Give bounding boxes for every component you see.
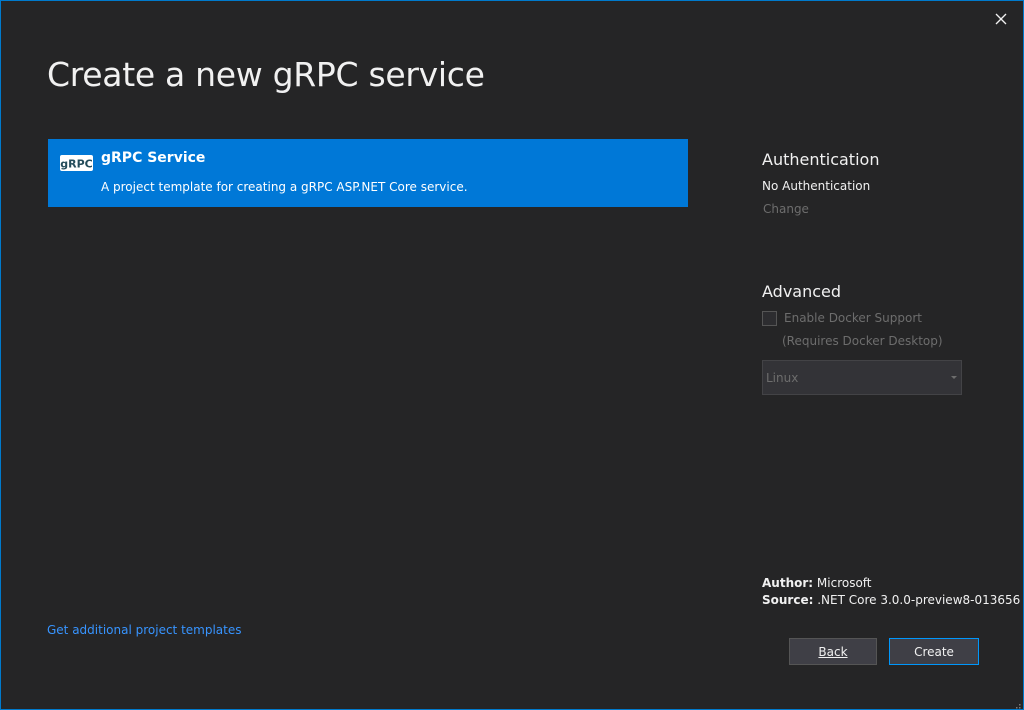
get-additional-templates-link[interactable]: Get additional project templates [47,623,242,637]
chevron-down-icon [951,376,957,379]
template-item-grpc-service[interactable]: gRPC gRPC Service A project template for… [48,139,688,207]
author-value: Microsoft [816,576,872,590]
enable-docker-label: Enable Docker Support [784,311,922,325]
author-label: Author: [762,576,814,590]
svg-text:gRPC: gRPC [60,158,92,171]
source-row: Source: .NET Core 3.0.0-preview8-013656 [762,593,1020,607]
back-button[interactable]: Back [789,638,877,665]
template-description: A project template for creating a gRPC A… [101,180,468,194]
change-authentication-link[interactable]: Change [763,202,809,216]
resize-grip-icon[interactable] [1011,697,1021,709]
docker-requirement-note: (Requires Docker Desktop) [782,334,943,348]
back-button-label: Back [818,645,848,659]
source-value: .NET Core 3.0.0-preview8-013656 [817,593,1021,607]
authentication-heading: Authentication [762,150,880,169]
author-row: Author: Microsoft [762,576,872,590]
create-button[interactable]: Create [889,638,979,665]
source-label: Source: [762,593,814,607]
template-name: gRPC Service [101,150,206,166]
close-icon[interactable] [993,11,1009,27]
advanced-heading: Advanced [762,282,842,301]
create-button-label: Create [914,645,954,659]
authentication-value: No Authentication [762,179,871,193]
grpc-logo-icon: gRPC [60,154,94,172]
enable-docker-checkbox[interactable] [762,311,777,326]
dialog-window: Create a new gRPC service gRPC gRPC Serv… [0,0,1024,710]
page-title: Create a new gRPC service [47,55,485,94]
template-list: gRPC gRPC Service A project template for… [48,139,688,207]
docker-os-dropdown[interactable]: Linux [762,360,962,395]
docker-os-selected: Linux [766,371,799,385]
